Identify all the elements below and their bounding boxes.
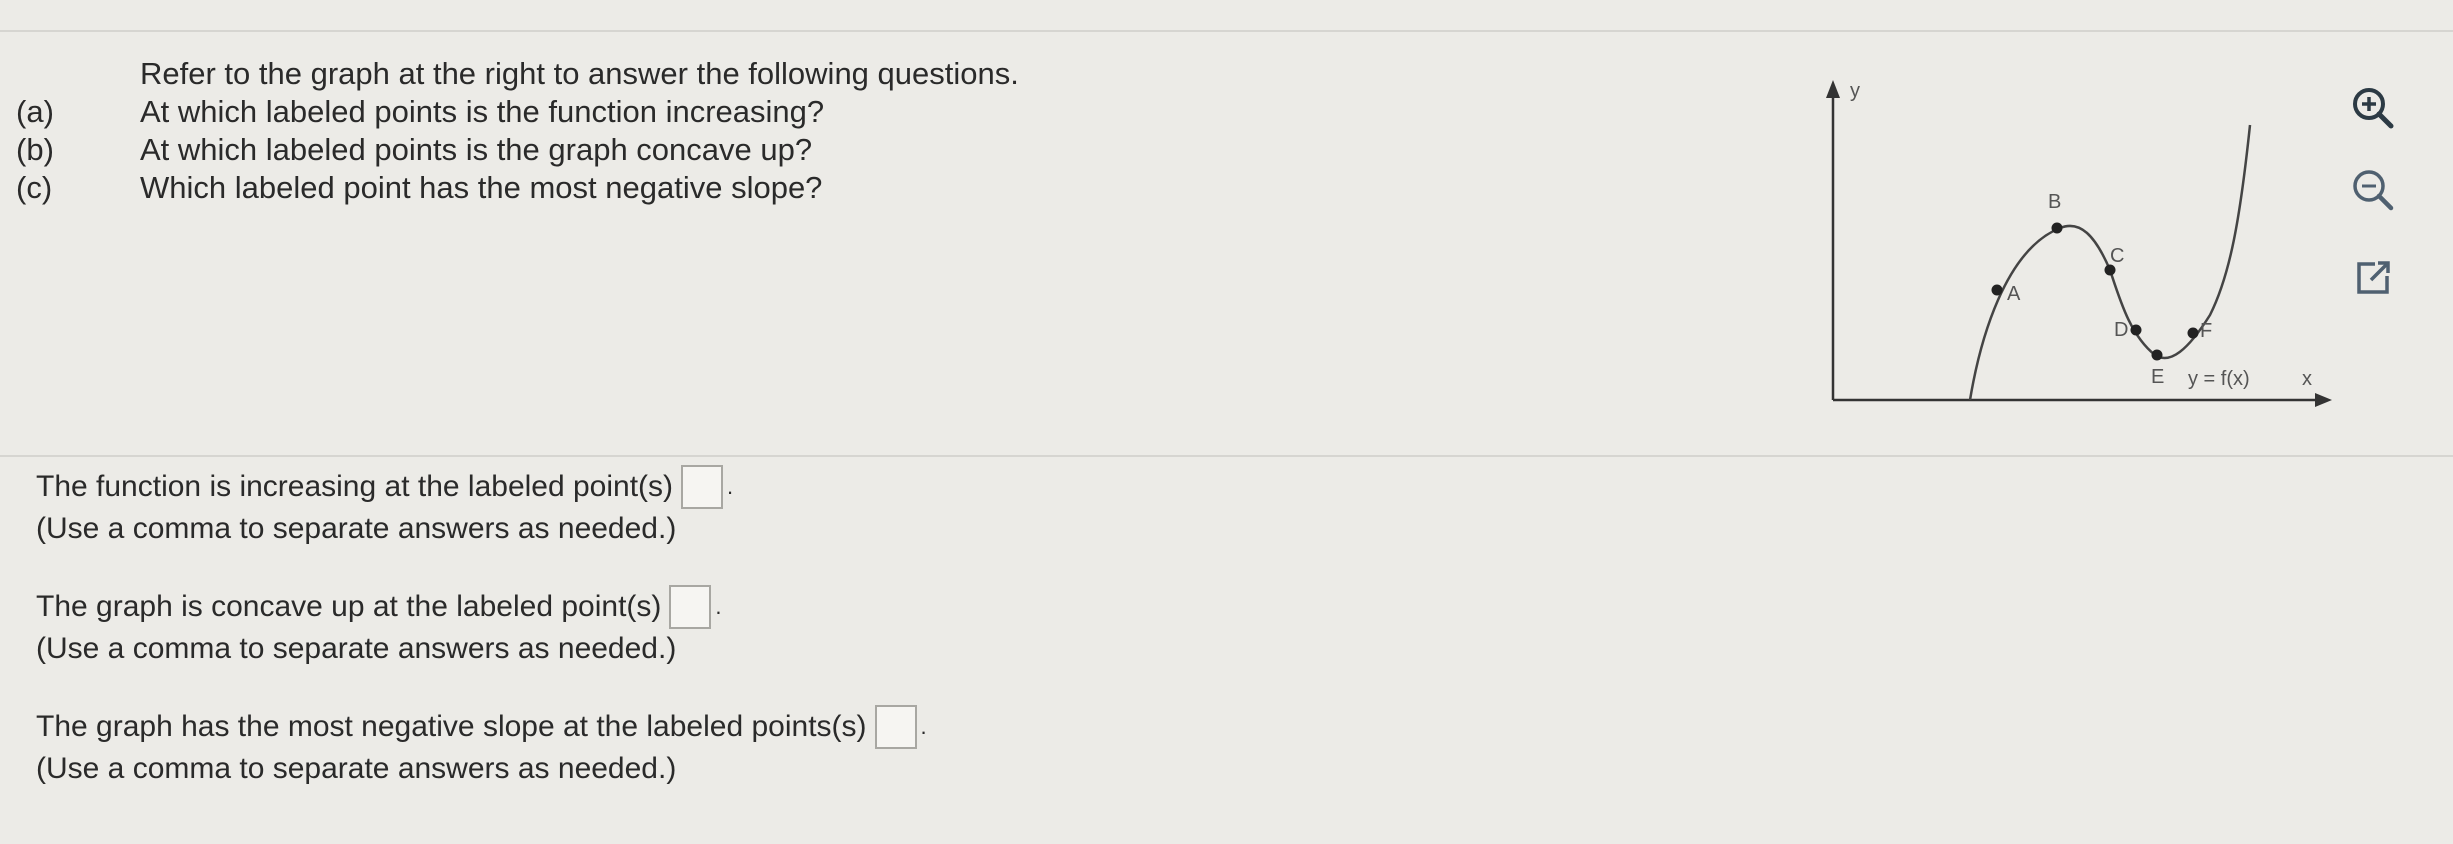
point-c-label: C xyxy=(2110,245,2124,267)
zoom-out-icon xyxy=(2353,170,2394,211)
answer-a: The function is increasing at the labele… xyxy=(36,465,733,549)
point-e-marker xyxy=(2151,349,2163,361)
point-b-label: B xyxy=(2048,191,2061,213)
answer-hint: (Use a comma to separate answers as need… xyxy=(36,752,677,785)
y-axis-arrow xyxy=(1826,80,1840,98)
question-intro: Refer to the graph at the right to answe… xyxy=(140,56,1019,91)
part-text: At which labeled points is the function … xyxy=(140,94,825,129)
answer-input-b[interactable] xyxy=(669,585,712,629)
x-axis-arrow xyxy=(2315,393,2332,407)
point-e-label: E xyxy=(2151,366,2164,388)
answer-b: The graph is concave up at the labeled p… xyxy=(36,585,722,669)
answer-c: The graph has the most negative slope at… xyxy=(36,705,927,789)
zoom-out-button[interactable] xyxy=(2345,162,2401,218)
part-text: At which labeled points is the graph con… xyxy=(140,132,813,167)
part-text: Which labeled point has the most negativ… xyxy=(140,170,823,205)
section-divider xyxy=(0,455,2453,457)
function-label: y = f(x) xyxy=(2188,368,2250,390)
point-b-marker xyxy=(2051,222,2063,234)
y-axis-label: y xyxy=(1850,80,1860,102)
function-graph: y x y = f(x) A B C D E F xyxy=(1826,80,2332,407)
point-f-label: F xyxy=(2200,320,2212,342)
answer-prompt: The graph is concave up at the labeled p… xyxy=(36,590,662,623)
answer-input-a[interactable] xyxy=(681,465,724,509)
answer-prompt: The graph has the most negative slope at… xyxy=(36,710,867,743)
answer-hint: (Use a comma to separate answers as need… xyxy=(36,512,677,545)
point-a-label: A xyxy=(2007,283,2021,305)
part-label: (a) xyxy=(16,94,54,129)
top-divider xyxy=(0,30,2453,32)
point-a-marker xyxy=(1991,284,2003,296)
point-d-label: D xyxy=(2114,319,2128,341)
part-label: (b) xyxy=(16,132,54,167)
external-link-icon xyxy=(2357,261,2390,294)
point-f-marker xyxy=(2187,327,2199,339)
answer-hint: (Use a comma to separate answers as need… xyxy=(36,632,677,665)
answer-input-c[interactable] xyxy=(874,705,917,749)
point-d-marker xyxy=(2130,324,2142,336)
x-axis-label: x xyxy=(2302,368,2312,390)
part-label: (c) xyxy=(16,170,53,205)
zoom-in-icon xyxy=(2353,88,2394,129)
popout-button[interactable] xyxy=(2345,250,2401,306)
answer-prompt: The function is increasing at the labele… xyxy=(36,470,674,503)
zoom-in-button[interactable] xyxy=(2345,80,2401,136)
